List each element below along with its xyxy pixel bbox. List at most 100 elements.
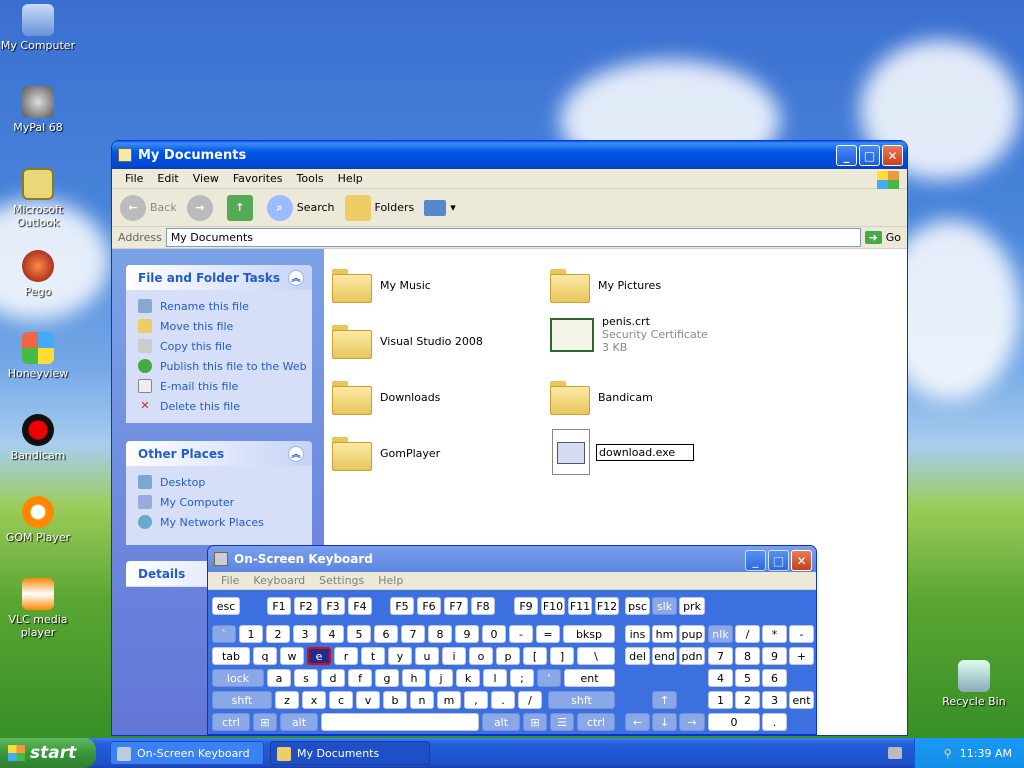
key-h[interactable]: h	[402, 669, 426, 687]
key-f10[interactable]: F10	[541, 597, 565, 615]
key-f5[interactable]: F5	[390, 597, 414, 615]
key-3[interactable]: 3	[293, 625, 317, 643]
item-certificate[interactable]: penis.crt Security Certificate 3 KB	[550, 315, 750, 354]
key-f6[interactable]: F6	[417, 597, 441, 615]
menu-tools[interactable]: Tools	[290, 172, 331, 185]
key-d[interactable]: d	[321, 669, 345, 687]
desktop-icon-gom[interactable]: GOM Player	[0, 496, 76, 544]
key-f11[interactable]: F11	[568, 597, 592, 615]
key--[interactable]: /	[735, 625, 760, 643]
key-shft[interactable]: shft	[548, 691, 615, 709]
file-folder-tasks-header[interactable]: File and Folder Tasks ︽	[126, 265, 312, 290]
key--[interactable]: `	[212, 625, 236, 643]
key--[interactable]: +	[789, 647, 814, 665]
key-5[interactable]: 5	[347, 625, 371, 643]
key-n[interactable]: n	[410, 691, 434, 709]
task-publish[interactable]: Publish this file to the Web	[126, 356, 312, 376]
key-ent[interactable]: ent	[564, 669, 615, 687]
key-k[interactable]: k	[456, 669, 480, 687]
key--[interactable]: [	[523, 647, 547, 665]
item-my-pictures[interactable]: My Pictures	[550, 269, 750, 303]
menu-view[interactable]: View	[186, 172, 226, 185]
key--[interactable]: .	[491, 691, 515, 709]
forward-button[interactable]: →	[186, 194, 217, 221]
key-f8[interactable]: F8	[471, 597, 495, 615]
start-button[interactable]: start	[0, 738, 96, 768]
key-7[interactable]: 7	[401, 625, 425, 643]
key--[interactable]: /	[518, 691, 542, 709]
key-alt[interactable]: alt	[280, 713, 318, 731]
key-1[interactable]: 1	[239, 625, 263, 643]
key-ent[interactable]: ent	[789, 691, 814, 709]
key-p[interactable]: p	[496, 647, 520, 665]
key-7[interactable]: 7	[708, 647, 733, 665]
key-e[interactable]: e	[307, 647, 331, 665]
key-b[interactable]: b	[383, 691, 407, 709]
item-my-music[interactable]: My Music	[332, 269, 532, 303]
osk-menu-keyboard[interactable]: Keyboard	[246, 574, 312, 587]
key--[interactable]: ↑	[652, 691, 677, 709]
key--[interactable]: ←	[625, 713, 650, 731]
key-6[interactable]: 6	[762, 669, 787, 687]
item-downloads[interactable]: Downloads	[332, 381, 532, 415]
key-v[interactable]: v	[356, 691, 380, 709]
key-shft[interactable]: shft	[212, 691, 272, 709]
key-u[interactable]: u	[415, 647, 439, 665]
menu-help[interactable]: Help	[331, 172, 370, 185]
close-button[interactable]: ✕	[882, 145, 903, 166]
key-9[interactable]: 9	[762, 647, 787, 665]
key-q[interactable]: q	[253, 647, 277, 665]
place-network[interactable]: My Network Places	[126, 512, 312, 532]
item-visual-studio[interactable]: Visual Studio 2008	[332, 325, 532, 359]
desktop-icon-recycle-bin[interactable]: Recycle Bin	[936, 660, 1012, 708]
key-pup[interactable]: pup	[679, 625, 705, 643]
key--[interactable]: ;	[510, 669, 534, 687]
key-0[interactable]: 0	[482, 625, 506, 643]
key-2[interactable]: 2	[735, 691, 760, 709]
desktop-icon-pego[interactable]: Pego	[0, 250, 76, 298]
key-t[interactable]: t	[361, 647, 385, 665]
item-gomplayer[interactable]: GomPlayer	[332, 437, 532, 471]
task-move[interactable]: Move this file	[126, 316, 312, 336]
folders-button[interactable]: Folders	[344, 194, 414, 221]
key-8[interactable]: 8	[735, 647, 760, 665]
key-ins[interactable]: ins	[625, 625, 650, 643]
tray-search-icon[interactable]: ⚲	[944, 747, 952, 760]
key-s[interactable]: s	[294, 669, 318, 687]
key-c[interactable]: c	[329, 691, 353, 709]
key--[interactable]: ]	[550, 647, 574, 665]
key-4[interactable]: 4	[708, 669, 733, 687]
key-lock[interactable]: lock	[212, 669, 264, 687]
key-bksp[interactable]: bksp	[563, 625, 615, 643]
key-1[interactable]: 1	[708, 691, 733, 709]
osk-close-button[interactable]: ✕	[791, 550, 812, 571]
key--[interactable]: .	[762, 713, 787, 731]
key-tab[interactable]: tab	[212, 647, 250, 665]
task-delete[interactable]: ✕ Delete this file	[126, 396, 312, 416]
search-button[interactable]: ⌕ Search	[266, 194, 335, 221]
back-button[interactable]: ← Back	[120, 194, 177, 221]
key-pdn[interactable]: pdn	[679, 647, 705, 665]
maximize-button[interactable]: □	[859, 145, 880, 166]
key--[interactable]: *	[762, 625, 787, 643]
key-del[interactable]: del	[625, 647, 650, 665]
desktop-icon-mypal[interactable]: MyPal 68	[0, 86, 76, 134]
key-r[interactable]: r	[334, 647, 358, 665]
key-ctrl[interactable]: ctrl	[577, 713, 615, 731]
task-rename[interactable]: Rename this file	[126, 296, 312, 316]
key-x[interactable]: x	[302, 691, 326, 709]
key-0[interactable]: 0	[708, 713, 760, 731]
key-3[interactable]: 3	[762, 691, 787, 709]
minimize-button[interactable]: _	[836, 145, 857, 166]
key--[interactable]: \	[577, 647, 615, 665]
osk-menu-settings[interactable]: Settings	[312, 574, 371, 587]
key-f4[interactable]: F4	[348, 597, 372, 615]
task-email[interactable]: E-mail this file	[126, 376, 312, 396]
desktop-icon-outlook[interactable]: Microsoft Outlook	[0, 168, 76, 229]
key-alt[interactable]: alt	[482, 713, 520, 731]
key-f3[interactable]: F3	[321, 597, 345, 615]
key--[interactable]: →	[679, 713, 705, 731]
key-5[interactable]: 5	[735, 669, 760, 687]
key-f12[interactable]: F12	[595, 597, 619, 615]
key--[interactable]: ↓	[652, 713, 677, 731]
